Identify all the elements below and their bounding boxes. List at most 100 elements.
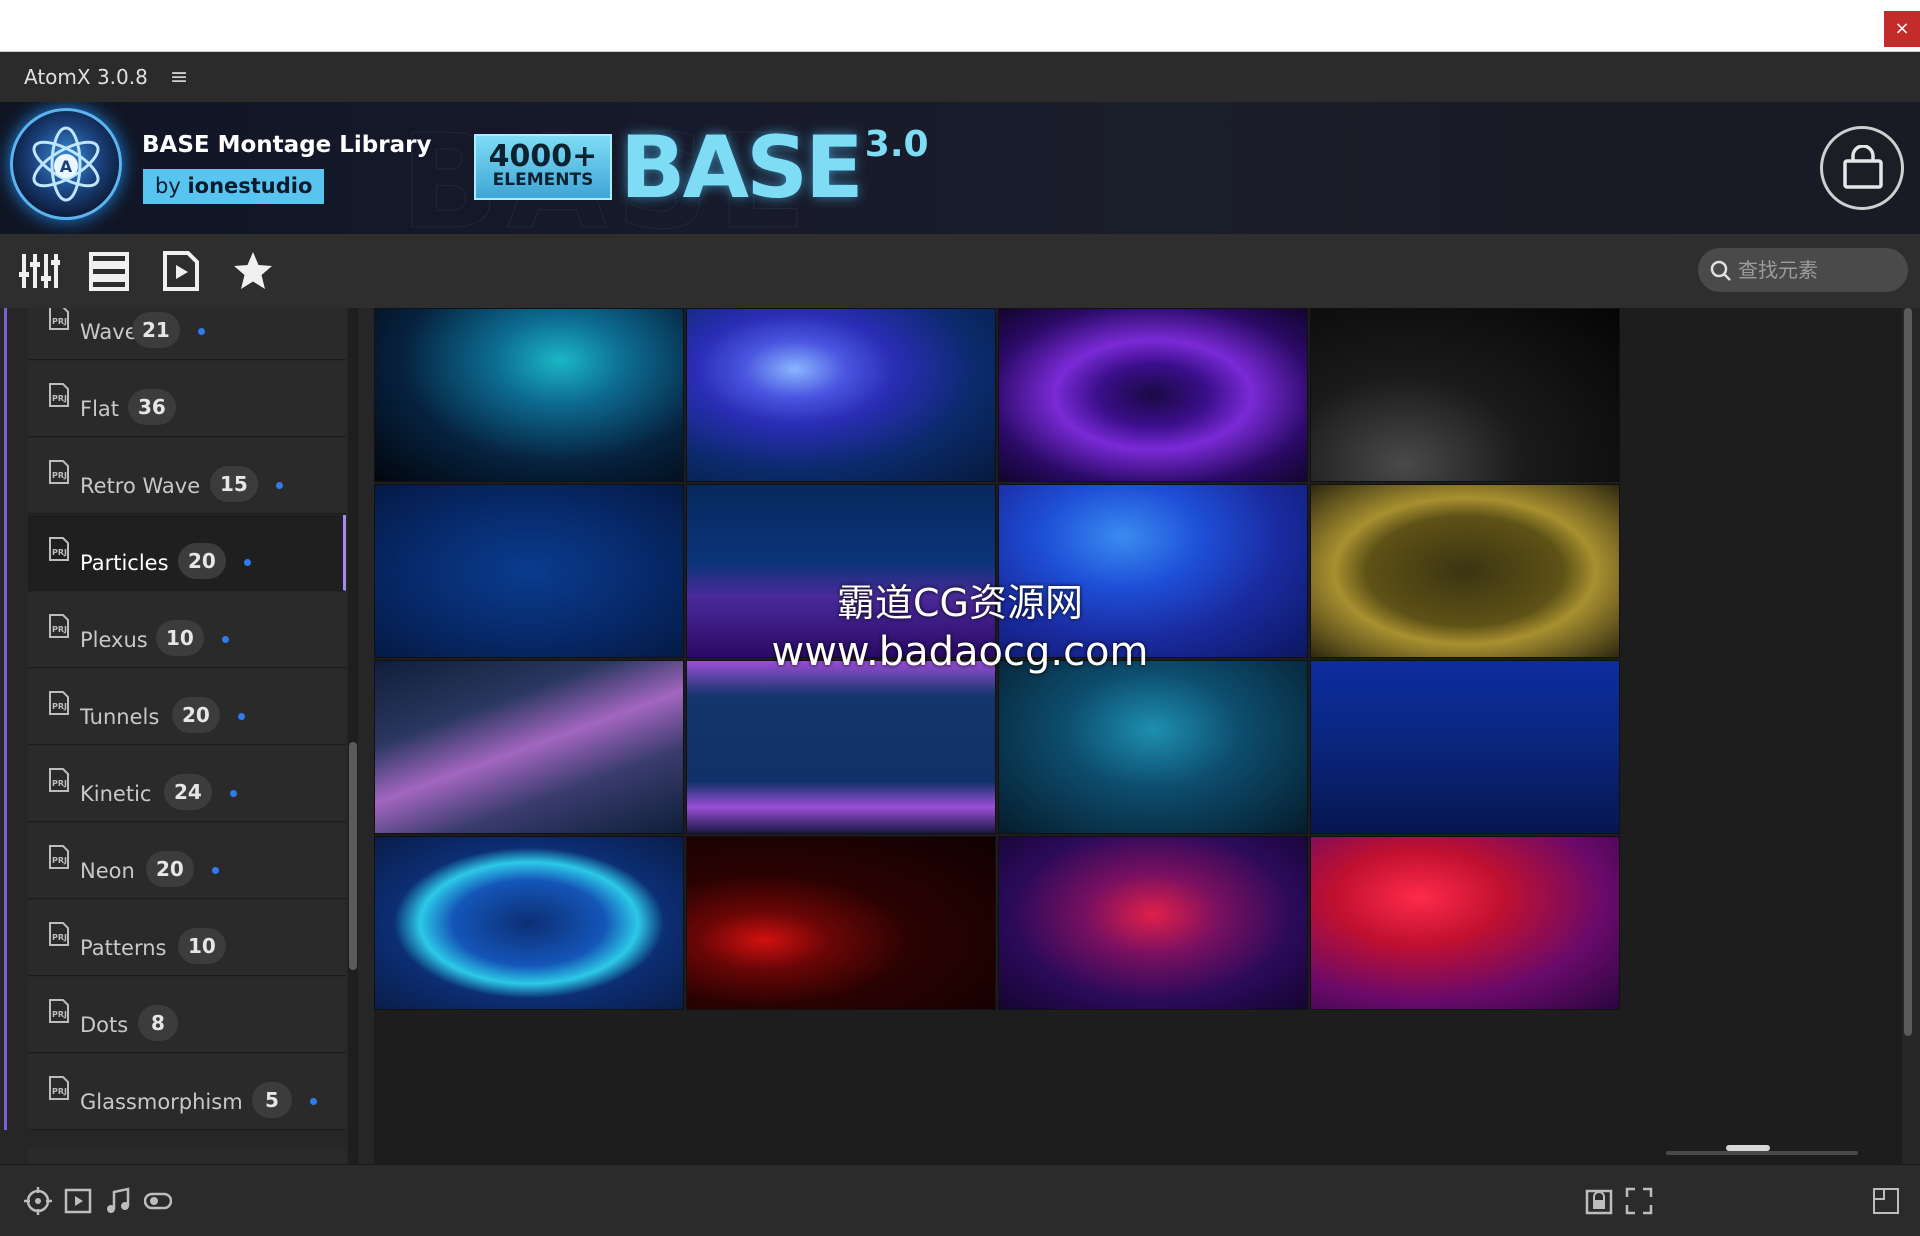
badge-text: ELEMENTS (492, 170, 594, 190)
sidebar-item-label: Retro Wave (80, 474, 201, 498)
new-indicator-dot (310, 1098, 317, 1105)
zoom-slider-track[interactable] (1666, 1151, 1858, 1155)
library-author-tag[interactable]: by ionestudio (143, 169, 325, 204)
svg-text:PRJ: PRJ (52, 625, 67, 634)
sidebar-item-label: Flat (80, 397, 120, 421)
sidebar-item-tunnels[interactable]: PRJ Tunnels 20 (28, 669, 346, 745)
sidebar-item-particles[interactable]: PRJ Particles 20 (28, 515, 346, 591)
sidebar-accent-line (4, 308, 7, 1130)
sidebar-scrollbar[interactable] (348, 308, 358, 1164)
blue-rain-thumbnail[interactable] (1310, 660, 1620, 834)
purple-bands-thumbnail[interactable] (686, 660, 996, 834)
shop-button[interactable] (1820, 126, 1904, 210)
project-file-icon: PRJ (49, 845, 69, 869)
project-file-icon: PRJ (49, 308, 69, 330)
cyan-sphere-thumbnail[interactable] (374, 836, 684, 1010)
sidebar-item-partial[interactable] (28, 1148, 346, 1164)
grid-scrollbar-thumb[interactable] (1904, 308, 1912, 1036)
sidebar-item-label: Neon (80, 859, 135, 883)
fit-icon[interactable] (1625, 1187, 1653, 1215)
red-swirl-thumbnail[interactable] (1310, 836, 1620, 1010)
lock-icon[interactable] (1585, 1187, 1613, 1215)
sidebar-item-label: Particles (80, 551, 169, 575)
sidebar-item-glassmorphism[interactable]: PRJ Glassmorphism 5 (28, 1054, 346, 1130)
sidebar-item-neon[interactable]: PRJ Neon 20 (28, 823, 346, 899)
new-indicator-dot (198, 328, 205, 335)
media-file-icon[interactable] (160, 250, 202, 292)
app-title: AtomX 3.0.8 (24, 65, 148, 89)
project-file-icon: PRJ (49, 614, 69, 638)
svg-text:PRJ: PRJ (52, 933, 67, 942)
svg-text:PRJ: PRJ (52, 394, 67, 403)
expand-icon[interactable] (1872, 1187, 1900, 1215)
bottom-bar (0, 1164, 1920, 1236)
purple-burst-thumbnail[interactable] (998, 308, 1308, 482)
zoom-slider-thumb[interactable] (1726, 1145, 1770, 1151)
new-indicator-dot (238, 713, 245, 720)
project-file-icon: PRJ (49, 1076, 69, 1100)
svg-text:PRJ: PRJ (52, 548, 67, 557)
sliders-icon[interactable] (18, 250, 61, 292)
gold-ring-thumbnail[interactable] (1310, 484, 1620, 658)
toggle-icon[interactable] (143, 1187, 173, 1215)
sidebar-item-flat[interactable]: PRJ Flat 36 (28, 361, 346, 437)
project-file-icon: PRJ (49, 383, 69, 407)
watermark-line1: 霸道CG资源网 (837, 581, 1083, 625)
red-smoke-thumbnail[interactable] (686, 836, 996, 1010)
count-badge: 20 (178, 543, 226, 579)
music-icon[interactable] (104, 1187, 132, 1215)
svg-text:PRJ: PRJ (52, 1087, 67, 1096)
base-brand-art: 4000+ ELEMENTS BASE 3.0 (474, 124, 929, 211)
new-indicator-dot (222, 636, 229, 643)
count-badge: 15 (210, 466, 258, 502)
sidebar-item-waves[interactable]: PRJ Waves 21 (28, 308, 346, 360)
project-file-icon: PRJ (49, 537, 69, 561)
teal-dust-thumbnail[interactable] (998, 660, 1308, 834)
target-icon[interactable] (24, 1187, 52, 1215)
deep-blue-thumbnail[interactable] (374, 484, 684, 658)
watermark-line2: www.badaocg.com (771, 629, 1149, 675)
count-badge: 20 (146, 851, 194, 887)
window-top-strip: × (0, 0, 1920, 52)
count-badge: 21 (132, 312, 180, 348)
library-title: BASE Montage Library (142, 132, 432, 158)
sidebar-scrollbar-thumb[interactable] (349, 742, 357, 970)
category-sidebar: PRJ Waves 21 PRJ Flat 36 PRJ Retro Wave 15 PRJ Par… (0, 308, 374, 1164)
project-file-icon: PRJ (49, 768, 69, 792)
sidebar-item-label: Patterns (80, 936, 167, 960)
count-badge: 10 (156, 620, 204, 656)
author-name: ionestudio (187, 174, 313, 198)
sidebar-item-dots[interactable]: PRJ Dots 8 (28, 977, 346, 1053)
red-explosion-thumbnail[interactable] (998, 836, 1308, 1010)
sidebar-item-patterns[interactable]: PRJ Patterns 10 (28, 900, 346, 976)
watermark-overlay: 霸道CG资源网 www.badaocg.com (770, 572, 1150, 675)
project-file-icon: PRJ (49, 460, 69, 484)
search-input[interactable]: 查找元素 (1698, 248, 1908, 292)
count-badge: 8 (138, 1005, 178, 1041)
blue-purple-cloud-thumbnail[interactable] (686, 308, 996, 482)
sidebar-item-label: Dots (80, 1013, 129, 1037)
star-icon[interactable] (232, 250, 274, 292)
pink-waves-thumbnail[interactable] (374, 660, 684, 834)
play-icon[interactable] (64, 1187, 92, 1215)
svg-text:A: A (60, 157, 73, 176)
new-indicator-dot (230, 790, 237, 797)
sidebar-item-plexus[interactable]: PRJ Plexus 10 (28, 592, 346, 668)
close-button[interactable]: × (1884, 11, 1920, 47)
list-icon[interactable] (88, 250, 130, 292)
svg-text:PRJ: PRJ (52, 702, 67, 711)
count-badge: 20 (172, 697, 220, 733)
sidebar-item-kinetic[interactable]: PRJ Kinetic 24 (28, 746, 346, 822)
white-dust-thumbnail[interactable] (1310, 308, 1620, 482)
hamburger-menu-icon[interactable]: ≡ (170, 65, 188, 90)
title-bar: AtomX 3.0.8 ≡ (0, 52, 1920, 102)
project-file-icon: PRJ (49, 999, 69, 1023)
count-badge: 5 (252, 1082, 292, 1118)
sidebar-item-retro-wave[interactable]: PRJ Retro Wave 15 (28, 438, 346, 514)
search-icon (1710, 260, 1731, 281)
blue-smoke-thumbnail[interactable] (374, 308, 684, 482)
svg-text:PRJ: PRJ (52, 471, 67, 480)
shopping-bag-icon (1843, 145, 1883, 189)
badge-count: 4000+ (488, 139, 598, 174)
search-placeholder: 查找元素 (1738, 258, 1818, 282)
